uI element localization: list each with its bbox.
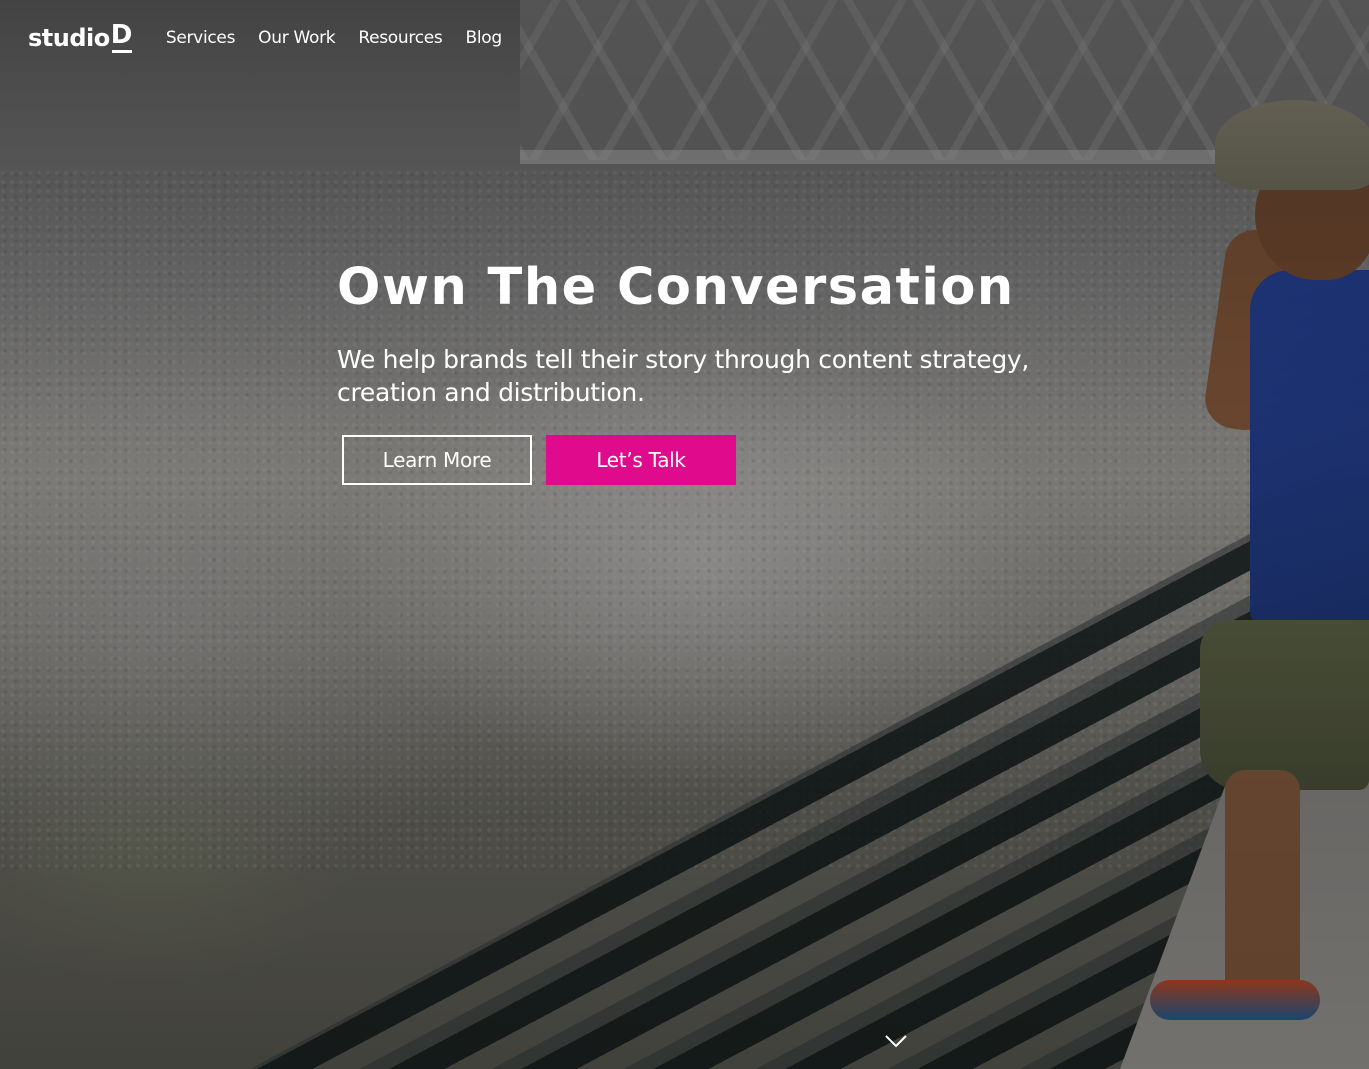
studio-d-logo[interactable]: studio D [28,20,132,53]
nav-link-our-work[interactable]: Our Work [258,28,336,48]
learn-more-button[interactable]: Learn More [342,435,532,485]
scroll-down-button[interactable] [882,1030,910,1052]
logo-letter: D [110,20,132,53]
chevron-down-icon [885,1035,907,1048]
hero-title: Own The Conversation [337,258,1015,317]
main-nav: studio D Services Our Work Resources Blog [28,18,525,58]
lets-talk-button[interactable]: Let’s Talk [546,435,736,485]
nav-link-services[interactable]: Services [166,28,236,48]
logo-text: studio [28,24,110,52]
hero-overlay [0,0,1369,1069]
nav-link-resources[interactable]: Resources [358,28,442,48]
nav-link-blog[interactable]: Blog [465,28,502,48]
hero-section: studio D Services Our Work Resources Blog… [0,0,1369,1069]
hero-subtitle: We help brands tell their story through … [337,345,1030,407]
